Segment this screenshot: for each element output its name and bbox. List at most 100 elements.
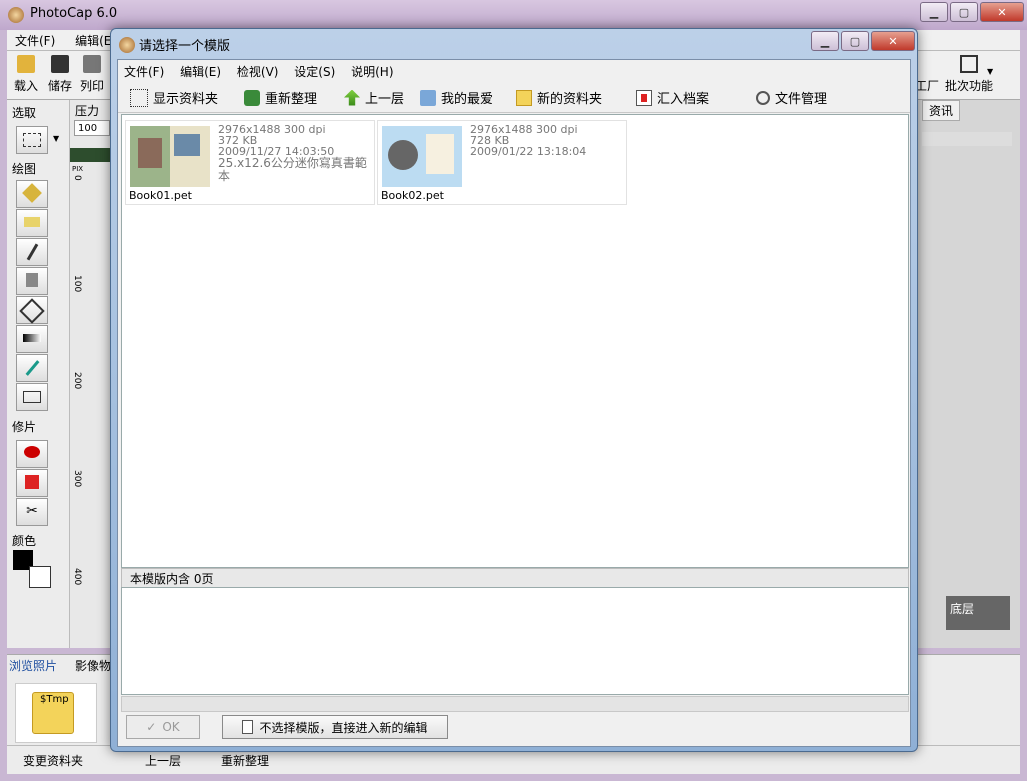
template-page-list[interactable] bbox=[121, 587, 909, 695]
marquee-icon bbox=[23, 133, 41, 147]
red-eye-tool[interactable] bbox=[16, 440, 48, 468]
app-title: PhotoCap 6.0 bbox=[30, 6, 118, 21]
print-button[interactable]: 列印 bbox=[75, 55, 109, 94]
dialog-menubar: 文件(F) 编辑(E) 检视(V) 设定(S) 说明(H) bbox=[118, 60, 910, 80]
ruler-nav-icons[interactable] bbox=[70, 148, 114, 162]
ruler-tick: 300 bbox=[72, 470, 82, 488]
home-icon bbox=[420, 89, 436, 106]
dialog-minimize-button[interactable]: ▁ bbox=[811, 31, 839, 51]
photocap-logo-icon bbox=[8, 7, 24, 23]
photo-2 bbox=[174, 134, 200, 156]
batch-dropdown-icon[interactable]: ▼ bbox=[987, 67, 993, 76]
eraser-tool[interactable] bbox=[16, 209, 48, 237]
dialog-statusbar bbox=[121, 696, 909, 712]
template-tile[interactable]: 2976x1488 300 dpi 372 KB 2009/11/27 14:0… bbox=[125, 120, 375, 205]
rect-select-tool[interactable] bbox=[16, 126, 48, 154]
maximize-button[interactable]: ▢ bbox=[950, 2, 978, 22]
dialog-menu-help[interactable]: 说明(H) bbox=[345, 60, 399, 80]
layer-tools[interactable] bbox=[922, 132, 1012, 146]
show-folder-button[interactable]: 显示资料夹 bbox=[130, 88, 218, 107]
open-folder-icon bbox=[17, 55, 35, 73]
file-description: 25.x12.6公分迷你寫真書範本 bbox=[218, 156, 367, 183]
brush-tool[interactable] bbox=[16, 180, 48, 208]
load-button[interactable]: 载入 bbox=[9, 55, 43, 94]
change-folder-button[interactable]: 变更资料夹 bbox=[23, 752, 83, 769]
dialog-refresh-button[interactable]: 重新整理 bbox=[244, 88, 317, 107]
background-color-swatch[interactable] bbox=[29, 566, 51, 588]
ok-button[interactable]: ✓ OK bbox=[126, 715, 200, 739]
select-dropdown-icon[interactable]: ▼ bbox=[53, 134, 59, 143]
red-brush-icon bbox=[25, 475, 39, 489]
import-file-button[interactable]: 汇入档案 bbox=[636, 88, 709, 107]
batch-icon bbox=[960, 55, 978, 73]
template-dialog: 请选择一个模版 ▁ ▢ ✕ 文件(F) 编辑(E) 检视(V) 设定(S) 说明… bbox=[110, 28, 918, 752]
tab-info[interactable]: 资讯 bbox=[922, 100, 961, 121]
brush-icon bbox=[22, 183, 42, 203]
gradient-icon bbox=[23, 334, 41, 342]
tab-browse-photos[interactable]: 浏览照片 bbox=[9, 657, 57, 674]
favorites-button[interactable]: 我的最爱 bbox=[420, 88, 493, 107]
ruler-tick: 0 bbox=[72, 175, 82, 181]
cut-tool[interactable]: ✂ bbox=[16, 498, 48, 526]
select-label: 选取 bbox=[12, 106, 37, 120]
floppy-icon bbox=[51, 55, 69, 73]
up-arrow-icon bbox=[344, 89, 360, 106]
base-layer[interactable]: 底层 bbox=[946, 596, 1010, 630]
eraser-icon bbox=[24, 217, 40, 227]
shape-tool[interactable] bbox=[16, 383, 48, 411]
wrench-icon bbox=[756, 90, 770, 105]
refresh-button[interactable]: 重新整理 bbox=[221, 752, 269, 769]
dialog-close-button[interactable]: ✕ bbox=[871, 31, 915, 51]
dialog-toolbar: 显示资料夹 重新整理 上一层 我的最爱 新的资料夹 汇入档案 文件管理 bbox=[118, 82, 910, 113]
template-tile[interactable]: 2976x1488 300 dpi 728 KB 2009/01/22 13:1… bbox=[377, 120, 627, 205]
eyedropper-tool[interactable] bbox=[16, 354, 48, 382]
pencil-icon bbox=[26, 243, 38, 261]
template-thumbnail bbox=[382, 126, 462, 187]
pressure-input[interactable]: 100 bbox=[74, 120, 110, 136]
close-button[interactable]: ✕ bbox=[980, 2, 1024, 22]
red-brush-tool[interactable] bbox=[16, 469, 48, 497]
tab-image-objects[interactable]: 影像物 bbox=[75, 657, 111, 674]
retouch-label: 修片 bbox=[12, 420, 37, 434]
dialog-menu-view[interactable]: 检视(V) bbox=[231, 60, 285, 80]
refresh-icon bbox=[244, 89, 260, 106]
vertical-ruler: 压力 100 PIX 0 100 200 300 400 bbox=[70, 100, 115, 648]
dialog-title: 请选择一个模版 bbox=[139, 39, 231, 54]
dialog-logo-icon bbox=[119, 37, 135, 53]
dialog-menu-file[interactable]: 文件(F) bbox=[118, 60, 170, 80]
fill-tool[interactable] bbox=[16, 296, 48, 324]
gradient-tool[interactable] bbox=[16, 325, 48, 353]
summary-bar: 本模版内含 0页 bbox=[121, 568, 909, 588]
main-titlebar: PhotoCap 6.0 ▁ ▢ ✕ bbox=[0, 0, 1027, 30]
dialog-maximize-button[interactable]: ▢ bbox=[841, 31, 869, 51]
minimize-button[interactable]: ▁ bbox=[920, 2, 948, 22]
dialog-up-level-button[interactable]: 上一层 bbox=[344, 88, 404, 107]
ruler-tick: 400 bbox=[72, 568, 82, 586]
file-date: 2009/01/22 13:18:04 bbox=[470, 145, 587, 158]
checkmark-icon: ✓ bbox=[146, 720, 157, 734]
file-name: Book02.pet bbox=[381, 189, 444, 202]
photo-2 bbox=[426, 134, 454, 174]
printer-icon bbox=[83, 55, 101, 73]
folder-tile[interactable]: $Tmp bbox=[15, 683, 97, 743]
menu-file[interactable]: 文件(F) bbox=[7, 30, 63, 51]
stamp-tool[interactable] bbox=[16, 267, 48, 295]
photo-1 bbox=[388, 140, 418, 170]
save-button[interactable]: 储存 bbox=[43, 55, 77, 94]
file-name: Book01.pet bbox=[129, 189, 192, 202]
ruler-tick: 100 bbox=[72, 275, 82, 293]
dialog-menu-settings[interactable]: 设定(S) bbox=[288, 60, 341, 80]
pencil-tool[interactable] bbox=[16, 238, 48, 266]
import-icon bbox=[636, 89, 652, 106]
skip-template-button[interactable]: 不选择模版，直接进入新的编辑 bbox=[222, 715, 448, 739]
template-file-view: 2976x1488 300 dpi 372 KB 2009/11/27 14:0… bbox=[121, 114, 909, 568]
layer-label: 底层 bbox=[950, 602, 975, 616]
ruler-unit: PIX bbox=[72, 165, 84, 173]
paint-bucket-icon bbox=[19, 298, 45, 324]
up-level-button[interactable]: 上一层 bbox=[145, 752, 181, 769]
dialog-menu-edit[interactable]: 编辑(E) bbox=[174, 60, 227, 80]
file-management-button[interactable]: 文件管理 bbox=[756, 88, 827, 107]
new-folder-button[interactable]: 新的资料夹 bbox=[516, 88, 602, 107]
ruler-tick: 200 bbox=[72, 372, 82, 390]
tool-panel: 选取 ▼ 绘图 修片 ✂ 颜色 bbox=[7, 100, 70, 648]
